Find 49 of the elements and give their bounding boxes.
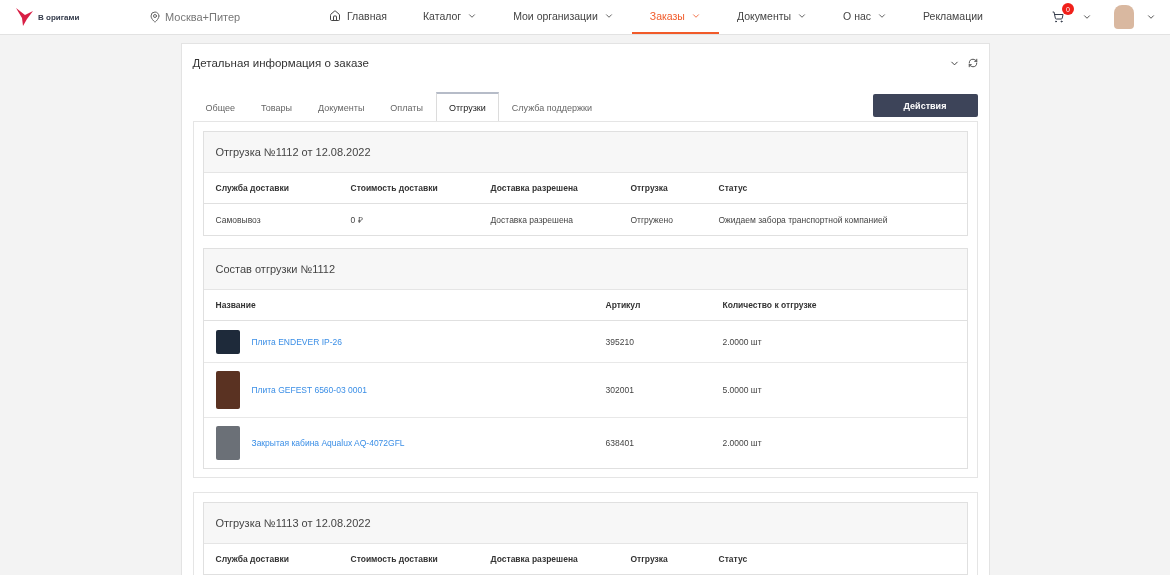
product-link[interactable]: Плита GEFEST 6560-03 0001 bbox=[251, 385, 367, 395]
column-header: Стоимость доставки bbox=[338, 173, 479, 204]
column-header: Название bbox=[203, 290, 594, 321]
nav-item[interactable]: Документы bbox=[718, 0, 826, 34]
card-title: Детальная информация о заказе bbox=[192, 57, 369, 69]
table-cell: 2.0000 шт bbox=[710, 321, 967, 363]
location-text[interactable]: Москва+Питер bbox=[165, 11, 241, 23]
table-cell-text: Ожидаем забора транспортной компанией bbox=[717, 213, 889, 227]
shipment-title: Отгрузка №1113 от 12.08.2022 bbox=[203, 503, 967, 544]
column-header: Служба доставки bbox=[203, 173, 339, 204]
table-cell-text: 0 ₽ bbox=[349, 214, 364, 227]
column-header: Статус bbox=[706, 544, 967, 575]
table-cell-text: Самовывоз bbox=[214, 213, 262, 227]
column-header: Статус bbox=[706, 173, 967, 204]
product-link[interactable]: Плита ENDEVER IP-26 bbox=[251, 336, 342, 347]
logo-text: В оригами bbox=[38, 12, 80, 22]
table-cell-text: Доставка разрешена bbox=[489, 213, 575, 227]
table-cell-text: Отгружено bbox=[629, 213, 674, 227]
home-icon bbox=[329, 10, 341, 22]
column-header: Артикул bbox=[593, 290, 711, 321]
column-header: Служба доставки bbox=[203, 544, 339, 575]
nav-item[interactable]: Каталог bbox=[404, 0, 496, 34]
map-pin-icon bbox=[149, 11, 161, 23]
refresh-icon[interactable] bbox=[967, 58, 978, 68]
column-header: Количество к отгрузке bbox=[710, 290, 967, 321]
composition-title: Состав отгрузки №1112 bbox=[203, 249, 967, 290]
column-header: Отгрузка bbox=[618, 544, 707, 575]
shipment-title: Отгрузка №1112 от 12.08.2022 bbox=[203, 132, 967, 173]
cart-icon[interactable] bbox=[1052, 11, 1064, 23]
nav-item[interactable]: Рекламации bbox=[905, 0, 1001, 34]
chevron-down-icon[interactable] bbox=[1146, 12, 1156, 22]
table-cell: 395210 bbox=[593, 321, 711, 363]
actions-button[interactable]: Действия bbox=[872, 94, 978, 117]
table-cell: 5.0000 шт bbox=[710, 363, 967, 418]
nav-item[interactable]: Главная bbox=[311, 0, 405, 34]
product-link[interactable]: Закрытая кабина Aqualux AQ-4072GFL bbox=[251, 438, 405, 448]
table-cell: 302001 bbox=[593, 363, 711, 418]
chevron-down-icon[interactable] bbox=[1082, 12, 1092, 22]
column-header: Доставка разрешена bbox=[478, 544, 619, 575]
column-header: Отгрузка bbox=[618, 173, 707, 204]
column-header: Стоимость доставки bbox=[338, 544, 479, 575]
bird-logo-icon bbox=[14, 6, 34, 28]
table-cell-text: 2.0000 шт bbox=[721, 437, 763, 450]
column-header: Доставка разрешена bbox=[478, 173, 619, 204]
tab[interactable]: Отгрузки bbox=[435, 92, 499, 121]
nav-item[interactable]: Заказы bbox=[631, 0, 719, 34]
nav-item[interactable]: О нас bbox=[825, 0, 906, 34]
table-cell-text: 638401 bbox=[604, 437, 635, 450]
nav-item[interactable]: Мои организации bbox=[495, 0, 632, 34]
